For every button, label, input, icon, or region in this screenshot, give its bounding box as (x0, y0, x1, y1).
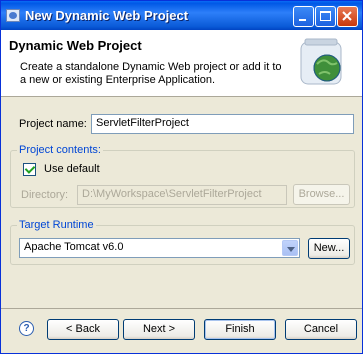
next-button[interactable]: Next > (123, 319, 195, 340)
directory-field[interactable]: D:\MyWorkspace\ServletFilterProject (77, 185, 287, 205)
project-name-label: Project name: (19, 118, 87, 130)
page-description: Create a standalone Dynamic Web project … (20, 61, 282, 86)
back-button[interactable]: < Back (47, 319, 119, 340)
dialog-window: New Dynamic Web Project Dynamic Web Proj… (0, 0, 363, 354)
minimize-icon (299, 19, 306, 21)
browse-button[interactable]: Browse... (293, 184, 350, 205)
web-project-wizard-icon (300, 38, 342, 85)
wizard-header: Dynamic Web Project Create a standalone … (1, 30, 362, 97)
close-button[interactable] (337, 6, 358, 27)
chevron-down-icon[interactable] (282, 240, 298, 256)
cancel-button[interactable]: Cancel (285, 319, 357, 340)
directory-label: Directory: (21, 189, 69, 201)
target-runtime-value: Apache Tomcat v6.0 (24, 241, 124, 253)
page-title: Dynamic Web Project (9, 38, 142, 53)
close-icon (342, 11, 352, 21)
new-runtime-button[interactable]: New... (308, 238, 350, 259)
help-icon[interactable]: ? (19, 321, 34, 336)
target-runtime-group: Target Runtime Apache Tomcat v6.0 New... (10, 219, 355, 265)
minimize-button[interactable] (293, 6, 314, 27)
web-project-icon (6, 9, 20, 22)
target-runtime-label: Target Runtime (17, 219, 96, 231)
finish-button[interactable]: Finish (204, 319, 276, 340)
maximize-icon (320, 11, 331, 21)
project-contents-group: Project contents: Use default Directory:… (10, 144, 355, 208)
use-default-checkbox[interactable] (23, 163, 36, 176)
project-name-field[interactable]: ServletFilterProject (91, 114, 354, 134)
wizard-footer: ? < Back Next > Finish Cancel (1, 308, 362, 354)
window-title: New Dynamic Web Project (25, 8, 189, 23)
title-bar[interactable]: New Dynamic Web Project (1, 1, 362, 30)
target-runtime-select[interactable]: Apache Tomcat v6.0 (19, 238, 300, 258)
new-runtime-label: New... (313, 242, 345, 254)
maximize-button[interactable] (315, 6, 336, 27)
use-default-label: Use default (44, 163, 100, 175)
wizard-body: Project name: ServletFilterProject Proje… (1, 97, 362, 309)
project-contents-label: Project contents: (17, 144, 103, 156)
